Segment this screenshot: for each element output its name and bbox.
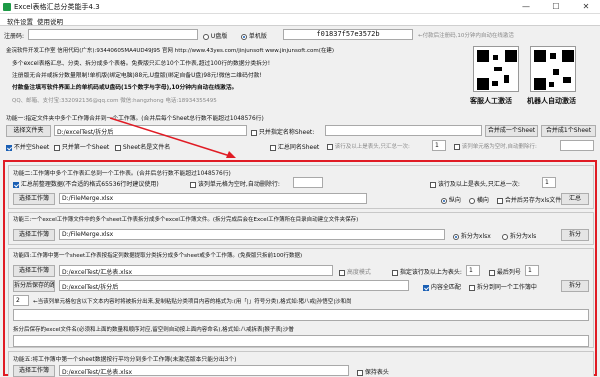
f4-match-option[interactable]: 内容全匹配: [423, 282, 461, 291]
f4-match-label: 内容全匹配: [430, 284, 461, 291]
f3-section: 功能三:一个excel工作簿文件中的多个sheet工作表拆分成多个excel工作…: [8, 212, 594, 245]
f2-opt2[interactable]: 该列单元格为空时,自动删除行:: [190, 179, 280, 188]
f4-adv-label: 高度模式: [346, 269, 371, 276]
f4-match-checkbox[interactable]: [423, 284, 429, 291]
f5-keep-header-option[interactable]: 保持表头: [357, 367, 389, 376]
f2-book-path[interactable]: D:/FileMerge.xlsx: [59, 193, 367, 204]
f5-select-book-button[interactable]: 选择工作簿: [13, 365, 55, 377]
f3-xls-label: 拆分为xls: [509, 233, 537, 240]
f4-column-number[interactable]: 2: [13, 295, 29, 306]
f4-header-checkbox[interactable]: [392, 269, 398, 276]
f5-keep-header-label: 保持表头: [364, 369, 389, 376]
f4-same-book-checkbox[interactable]: [469, 284, 475, 291]
f2-opt1[interactable]: 汇总前整理数据(不合适的格式65536行时建议使用): [13, 179, 159, 188]
f5-keep-header-checkbox[interactable]: [357, 369, 363, 376]
f2-opt2-checkbox[interactable]: [190, 181, 196, 188]
f4-same-book-label: 拆分到同一个工作簿中: [476, 284, 537, 291]
f4-same-book-option[interactable]: 拆分到同一个工作簿中: [469, 282, 537, 291]
f4-adv-option[interactable]: 高度模式: [339, 267, 371, 276]
f5-section: 功能五:将工作簿中第一个sheet数据按行平均分到多个工作簿(未激活版本只能分出…: [8, 351, 594, 377]
f3-book-path[interactable]: D:/FileMerge.xlsx: [59, 229, 445, 240]
f2-opt3-checkbox[interactable]: [430, 181, 436, 188]
f3-select-book-button[interactable]: 选择工作簿: [13, 229, 55, 241]
f2-horizontal-radio[interactable]: [469, 197, 475, 204]
f4-select-book-button[interactable]: 选择工作簿: [13, 265, 55, 277]
f2-vertical-radio[interactable]: [441, 197, 447, 204]
f2-opt2-value[interactable]: [293, 177, 323, 188]
f4-column-hint: ←当该列单元格包含以下文本内容时将被拆分出来,复制粘贴分类项目内容的格式为:(用…: [33, 299, 352, 305]
f2-opt3[interactable]: 该行及以上是表头,只汇总一次:: [430, 179, 520, 188]
f4-header-value[interactable]: 1: [466, 265, 480, 276]
f2-opt2-label: 该列单元格为空时,自动删除行:: [197, 181, 280, 188]
f3-split-button[interactable]: 拆分: [561, 229, 589, 241]
f2-select-book-button[interactable]: 选择工作簿: [13, 193, 55, 205]
f5-title: 功能五:将工作簿中第一个sheet数据按行平均分到多个工作簿(未激活版本只能分出…: [13, 357, 237, 363]
f4-split-button[interactable]: 拆分: [561, 280, 589, 292]
f2-horizontal-label: 横向: [476, 197, 489, 204]
f2-summarize-button[interactable]: 汇总: [561, 193, 589, 205]
f4-last-col-value[interactable]: 1: [525, 265, 539, 276]
f2-vertical-label: 纵向: [448, 197, 461, 204]
f5-book-path[interactable]: D:/excelTest/汇总表.xlsx: [59, 365, 349, 376]
app-window: Excel表格汇总分类能手4.3 — ☐ ✕ 软件设置 使用说明 注册码: U盘…: [0, 0, 600, 377]
f4-header-option[interactable]: 指定该行及以上为表头:: [392, 267, 462, 276]
f4-save-path[interactable]: D:/excelTest/拆分后: [59, 280, 409, 291]
f2-opt3-value[interactable]: 1: [542, 177, 556, 188]
f4-title: 功能四:工作簿中第一个sheet工作表按指定列数据提取分类拆分成多个sheet或…: [13, 253, 303, 259]
f4-section: 功能四:工作簿中第一个sheet工作表按指定列数据提取分类拆分成多个sheet或…: [8, 248, 594, 348]
f4-save-name-hint: 拆分后保存的excel文件名(必须和上面的数量和顺序对应,留空则自动按上面内容命…: [13, 327, 294, 333]
f2-title: 功能二:工作簿中多个工作表汇总到一个工作表。(合并后总行数不能超过1048576…: [13, 171, 231, 177]
f4-last-col-checkbox[interactable]: [489, 269, 495, 276]
f3-xlsx-option[interactable]: 拆分为xlsx: [453, 231, 491, 240]
f4-header-label: 指定该行及以上为表头:: [399, 269, 462, 276]
f2-save-xls-checkbox[interactable]: [497, 197, 503, 204]
f2-opt3-label: 该行及以上是表头,只汇总一次:: [437, 181, 520, 188]
f2-opt1-checkbox[interactable]: [13, 181, 19, 188]
f3-title: 功能三:一个excel工作簿文件中的多个sheet工作表拆分成多个excel工作…: [13, 217, 359, 223]
f4-save-path-button[interactable]: 拆分后保存的路径: [13, 280, 55, 292]
f4-last-col-option[interactable]: 最后列号: [489, 267, 521, 276]
f4-book-path[interactable]: D:/excelTest/汇总表.xlsx: [59, 265, 333, 276]
f4-category-input[interactable]: [13, 309, 589, 321]
f3-xlsx-radio[interactable]: [453, 233, 459, 240]
f4-last-col-label: 最后列号: [496, 269, 521, 276]
f4-adv-checkbox[interactable]: [339, 269, 345, 276]
f2-opt1-label: 汇总前整理数据(不合适的格式65536行时建议使用): [20, 181, 159, 188]
f2-save-xls-option[interactable]: 合并后另存为xls文件: [497, 195, 561, 204]
f3-xlsx-label: 拆分为xlsx: [460, 233, 491, 240]
f2-vertical-option[interactable]: 纵向: [441, 195, 461, 204]
f2-save-xls-label: 合并后另存为xls文件: [504, 197, 562, 204]
f2-horizontal-option[interactable]: 横向: [469, 195, 489, 204]
f3-xls-radio[interactable]: [502, 233, 508, 240]
f3-xls-option[interactable]: 拆分为xls: [502, 231, 536, 240]
f2-section: 功能二:工作簿中多个工作表汇总到一个工作表。(合并后总行数不能超过1048576…: [8, 165, 594, 209]
f4-save-name-input[interactable]: [13, 335, 589, 347]
